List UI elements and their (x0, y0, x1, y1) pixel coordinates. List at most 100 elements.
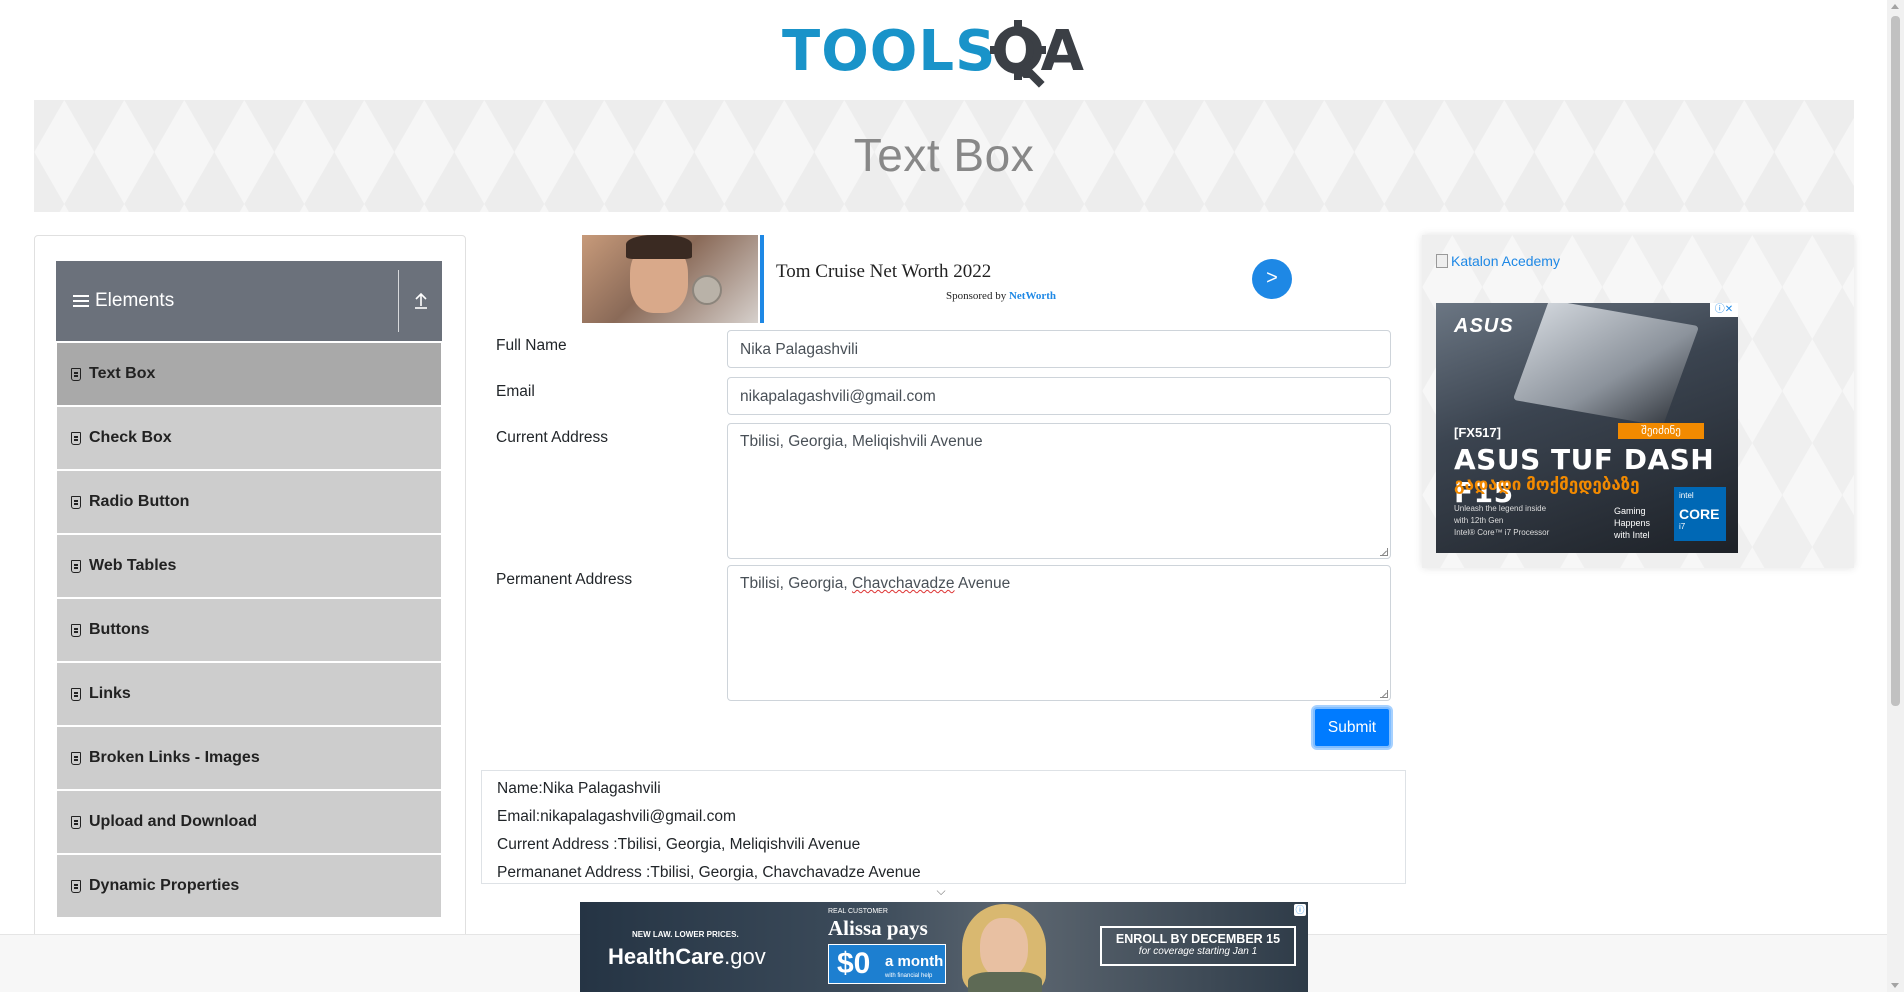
resize-handle-icon[interactable] (1380, 548, 1388, 556)
alissa-pays: Alissa pays (828, 916, 928, 940)
asus-georgian-line: გადადი მოქმედებაზე (1454, 475, 1640, 494)
ad-photo-coin (692, 275, 722, 305)
form-icon (71, 367, 81, 381)
output-email: Email:nikapalagashvili@gmail.com (497, 808, 736, 825)
bottom-advertisement[interactable]: NEW LAW. LOWER PRICES. HealthCare.gov RE… (580, 902, 1308, 992)
sidebar-item-label: Text Box (89, 365, 156, 382)
form-icon (71, 687, 81, 701)
gaming-2: Happens (1614, 518, 1651, 528)
sidebar-item-check-box[interactable]: Check Box (57, 407, 441, 469)
healthcare-domain: .gov (724, 944, 766, 969)
resize-handle-icon[interactable] (1380, 690, 1388, 698)
ad-go-button[interactable]: > (1252, 259, 1292, 299)
elements-menu: Text Box Check Box Radio Button Web Tabl… (57, 343, 441, 919)
intel-core: CORE (1679, 506, 1720, 522)
ad-sponsor-prefix: Sponsored by (946, 290, 1007, 302)
sidebar-item-label: Links (89, 685, 131, 702)
permanent-address-textarea[interactable]: Tbilisi, Georgia, Chavchavadze Avenue (727, 565, 1391, 701)
adchoices-close-icon[interactable]: ⓘ✕ (1710, 303, 1738, 317)
permanent-address-label: Permanent Address (496, 571, 633, 588)
adchoices-icon[interactable]: ⓘ (1294, 904, 1306, 916)
permanent-address-text-suffix: Avenue (954, 575, 1011, 592)
gaming-text: Gaming Happens with Intel (1614, 505, 1650, 541)
asus-advertisement[interactable]: ASUS [FX517] შეიძინე ASUS TUF DASH F15 გ… (1436, 303, 1738, 553)
chevron-down-icon[interactable]: ⌵ (934, 884, 948, 898)
logo-tools-text: TOOLS (782, 19, 997, 84)
coverage-text: for coverage starting Jan 1 (1138, 946, 1258, 957)
laptop-image (1512, 303, 1700, 427)
current-address-label: Current Address (496, 429, 608, 446)
katalon-broken-image[interactable]: Katalon Acedemy (1436, 253, 1560, 269)
top-advertisement[interactable]: Tom Cruise Net Worth 2022 Sponsored by N… (582, 235, 1308, 323)
ad-photo-hair (626, 235, 692, 259)
real-customer: REAL CUSTOMER (828, 908, 888, 915)
ad-photo (582, 235, 758, 323)
asus-small-text-2: with 12th Gen (1454, 516, 1504, 525)
sidebar-item-label: Broken Links - Images (89, 749, 260, 766)
right-ad-panel: Katalon Acedemy ASUS [FX517] შეიძინე ASU… (1422, 235, 1854, 568)
enroll-text: ENROLL BY DECEMBER 15 (1115, 932, 1281, 946)
output-name: Name:Nika Palagashvili (497, 780, 661, 797)
full-name-label: Full Name (496, 337, 567, 354)
sidebar-item-label: Radio Button (89, 493, 190, 510)
page-banner: Text Box (34, 100, 1854, 212)
form-icon (71, 815, 81, 829)
form-icon (71, 495, 81, 509)
sidebar-item-text-box[interactable]: Text Box (57, 343, 441, 405)
bottom-ad-law: NEW LAW. LOWER PRICES. (632, 930, 739, 939)
current-address-textarea[interactable]: Tbilisi, Georgia, Meliqishvili Avenue (727, 423, 1391, 559)
email-input[interactable]: nikapalagashvili@gmail.com (727, 377, 1391, 415)
sidebar-item-buttons[interactable]: Buttons (57, 599, 441, 661)
asus-model: [FX517] (1454, 425, 1501, 440)
ad-sponsor: Sponsored by NetWorth (946, 290, 1056, 302)
ad-headline[interactable]: Tom Cruise Net Worth 2022 (776, 261, 991, 283)
permanent-address-text-prefix: Tbilisi, Georgia, (740, 575, 852, 592)
asus-small-text-3: Intel® Core™ i7 Processor (1454, 528, 1550, 537)
page-scrollbar[interactable] (1887, 0, 1904, 992)
sidebar-item-upload-download[interactable]: Upload and Download (57, 791, 441, 853)
sidebar-item-label: Check Box (89, 429, 172, 446)
form-icon (71, 431, 81, 445)
spellcheck-word: Chavchavadze (851, 575, 955, 592)
person-face (980, 918, 1028, 978)
left-navigation-panel: Elements Text Box Check Box Radio Button (34, 235, 466, 992)
collapse-arrow-icon[interactable] (411, 291, 431, 311)
asus-small-text-1: Unleash the legend inside (1454, 504, 1547, 513)
price-amount: $0 (837, 947, 871, 980)
price-period: a month (885, 953, 944, 970)
sidebar-item-label: Upload and Download (89, 813, 257, 830)
gaming-3: with Intel (1614, 530, 1650, 540)
ad-sponsor-name[interactable]: NetWorth (1009, 290, 1056, 302)
healthcare-logo: HealthCare.gov (608, 944, 766, 970)
sidebar-item-label: Dynamic Properties (89, 877, 240, 894)
scroll-down-arrow-icon[interactable] (1891, 983, 1899, 988)
intel-i7: i7 (1679, 522, 1686, 531)
sidebar-item-links[interactable]: Links (57, 663, 441, 725)
form-icon (71, 879, 81, 893)
form-icon (71, 623, 81, 637)
ad-accent-bar (760, 235, 764, 323)
group-title: Elements (95, 290, 175, 311)
sidebar-item-dynamic-properties[interactable]: Dynamic Properties (57, 855, 441, 917)
sidebar-item-broken-links[interactable]: Broken Links - Images (57, 727, 441, 789)
output-box: Name:Nika Palagashvili Email:nikapalagas… (481, 770, 1406, 884)
healthcare-name: HealthCare (608, 944, 725, 969)
toolsqa-logo[interactable]: TOOLS QA (782, 16, 1122, 90)
sidebar-item-radio-button[interactable]: Radio Button (57, 471, 441, 533)
scroll-up-arrow-icon[interactable] (1891, 4, 1899, 9)
form-icon (71, 751, 81, 765)
price-note: with financial help (885, 973, 933, 979)
header-divider (398, 270, 399, 332)
person-body (968, 972, 1042, 992)
sidebar-item-web-tables[interactable]: Web Tables (57, 535, 441, 597)
asus-badge: შეიძინე (1618, 423, 1704, 439)
full-name-input[interactable]: Nika Palagashvili (727, 330, 1391, 368)
enroll-box[interactable]: ENROLL BY DECEMBER 15 for coverage start… (1100, 926, 1296, 966)
elements-group-header[interactable]: Elements (56, 261, 442, 341)
asus-brand: ASUS (1454, 315, 1514, 337)
broken-image-alt: Katalon Acedemy (1451, 253, 1560, 269)
page-title: Text Box (853, 129, 1035, 181)
submit-button[interactable]: Submit (1313, 707, 1391, 748)
asus-small-text: Unleash the legend inside with 12th Gen … (1454, 503, 1584, 539)
scrollbar-thumb[interactable] (1891, 16, 1900, 706)
